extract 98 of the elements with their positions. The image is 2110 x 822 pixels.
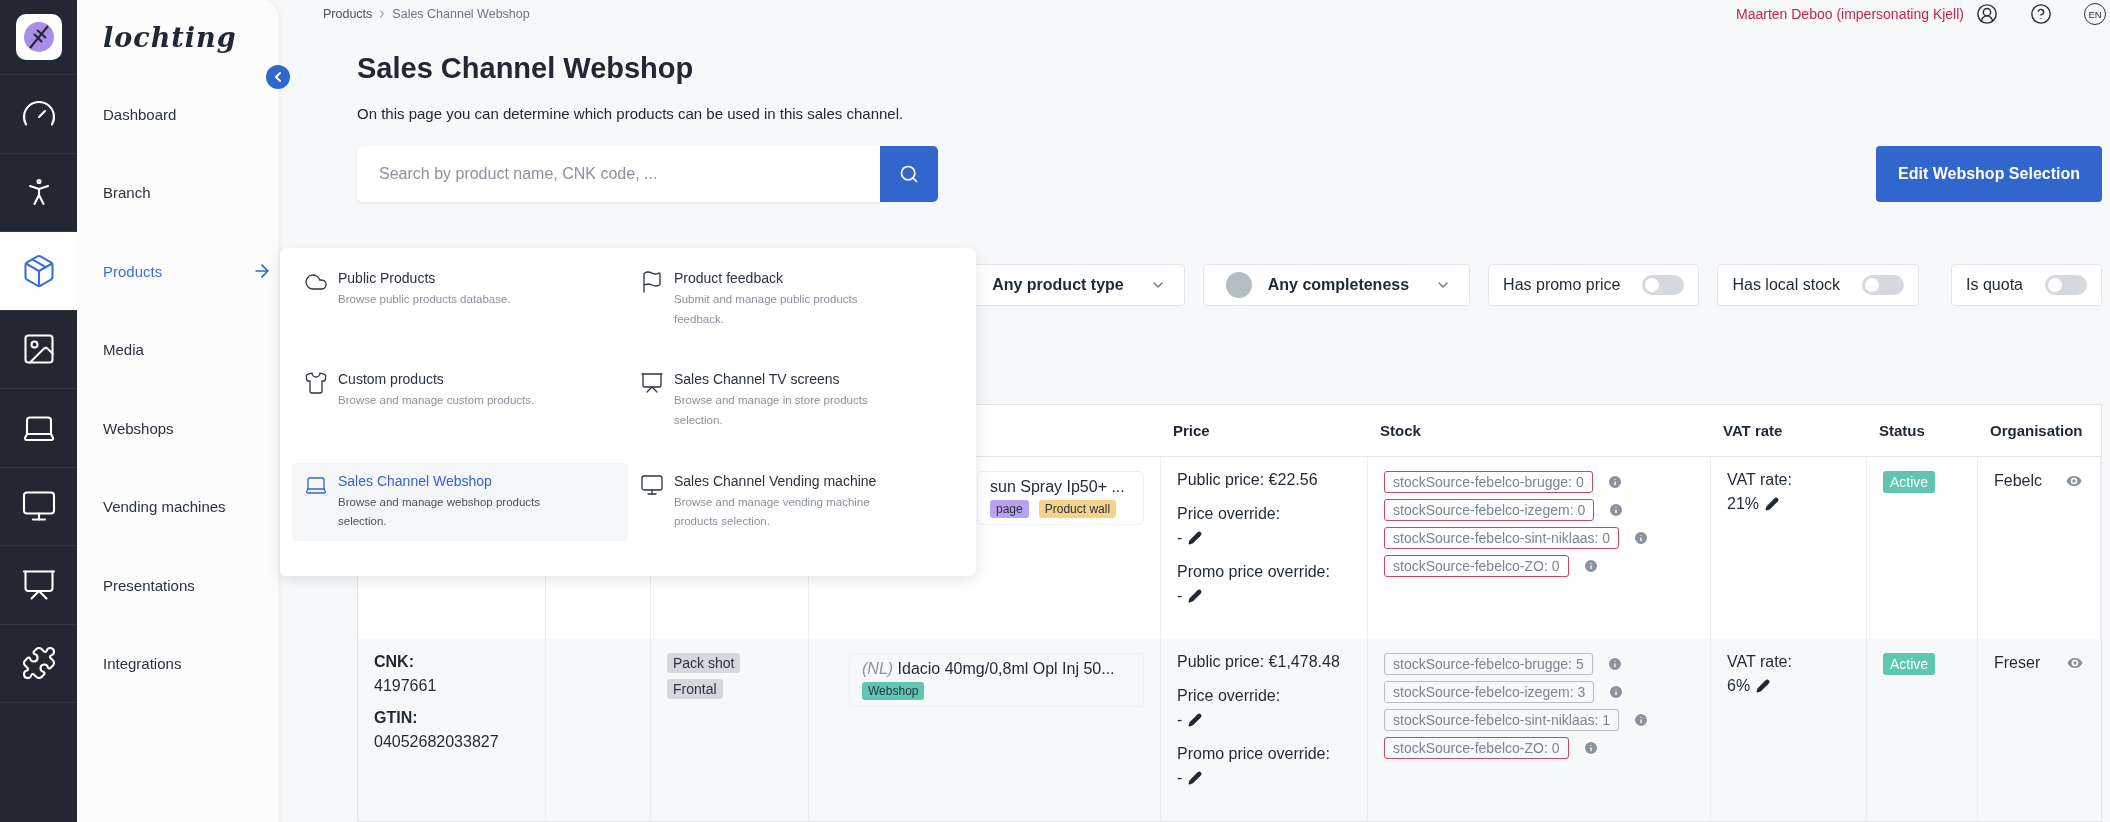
brand-wordmark: lochting xyxy=(102,21,238,55)
info-icon[interactable] xyxy=(1606,656,1623,672)
info-icon[interactable] xyxy=(1606,474,1623,490)
info-icon[interactable] xyxy=(1582,740,1599,756)
code-label: CNK: xyxy=(374,653,415,671)
nav-item[interactable]: Integrations xyxy=(103,655,182,673)
menu-item[interactable]: Sales Channel Webshop Browse and manage webshop products selection. xyxy=(292,462,628,541)
search-icon xyxy=(899,164,919,184)
override-label: Promo price override: xyxy=(1177,745,1331,763)
filter-dropdown[interactable]: Any completeness xyxy=(1202,264,1471,306)
product-card[interactable]: sun Spray Ip50+ ... page Product wall xyxy=(977,471,1144,525)
pencil-icon[interactable] xyxy=(1765,497,1780,511)
status-badge: Active xyxy=(1883,471,1936,493)
override-label: Price override: xyxy=(1177,687,1282,705)
page-title: Sales Channel Webshop xyxy=(357,52,695,85)
channel-tag: Webshop xyxy=(862,682,925,700)
column-header: Status xyxy=(1879,422,1925,439)
channel-tag: page xyxy=(990,500,1029,518)
column-header: Organisation xyxy=(1990,422,2083,439)
breadcrumb-link[interactable]: Products xyxy=(323,7,373,21)
override-value: - xyxy=(1177,587,1183,605)
public-price: Public price: €22.56 xyxy=(1177,471,1319,489)
filter-toggle[interactable]: Has promo price xyxy=(1488,264,1700,306)
help-icon[interactable] xyxy=(2030,3,2052,25)
nav-item[interactable]: Webshops xyxy=(103,419,174,437)
info-icon[interactable] xyxy=(1633,530,1650,546)
info-icon[interactable] xyxy=(1608,502,1625,518)
image-tag: Pack shot xyxy=(667,653,741,673)
toggle-switch[interactable] xyxy=(2045,275,2087,295)
code-value: 04052682033827 xyxy=(374,733,500,751)
code-value: 4197661 xyxy=(374,677,438,695)
column-header: Stock xyxy=(1380,422,1421,439)
override-value: - xyxy=(1177,769,1183,787)
eye-icon[interactable] xyxy=(2065,653,2085,673)
product-name: (NL) Idacio 40mg/0,8ml Opl Inj 50... xyxy=(862,660,1116,678)
vat-value: 6% xyxy=(1727,677,1751,695)
menu-item[interactable]: Public Products Browse public products database. xyxy=(292,260,628,320)
pencil-icon[interactable] xyxy=(1188,771,1203,785)
user-name[interactable]: Maarten Deboo (impersonating Kjell) xyxy=(1736,6,1964,22)
menu-item[interactable]: Sales Channel Vending machine Browse and manage vending machine products selection. xyxy=(628,462,964,542)
page-description: On this page you can determine which products can be used in this sales channel. xyxy=(357,105,905,122)
vat-value: 21% xyxy=(1727,495,1760,513)
monitor-icon xyxy=(640,472,664,497)
flag-icon xyxy=(640,270,664,294)
channel-tag: Product wall xyxy=(1038,500,1117,518)
user-icon[interactable] xyxy=(1976,3,1998,25)
pencil-icon[interactable] xyxy=(1188,713,1203,727)
code-label: GTIN: xyxy=(374,709,419,727)
search-button[interactable] xyxy=(880,146,938,202)
menu-item[interactable]: Product feedback Submit and manage public products feedback. xyxy=(628,260,964,340)
product-card[interactable]: (NL) Idacio 40mg/0,8ml Opl Inj 50... Webshop xyxy=(849,653,1144,707)
product-name: sun Spray Ip50+ ... xyxy=(990,478,1126,496)
pencil-icon[interactable] xyxy=(1188,531,1203,545)
stock-chip: stockSource-febelco-izegem: 0 xyxy=(1384,499,1595,521)
override-label: Promo price override: xyxy=(1177,563,1331,581)
logo-icon xyxy=(15,14,62,60)
nav-item[interactable]: Branch xyxy=(103,184,151,202)
stock-chip: stockSource-febelco-sint-niklaas: 1 xyxy=(1384,709,1620,731)
stock-chip: stockSource-febelco-sint-niklaas: 0 xyxy=(1384,527,1620,549)
stock-chip: stockSource-febelco-ZO: 0 xyxy=(1384,555,1569,577)
edit-selection-button[interactable]: Edit Webshop Selection xyxy=(1876,146,2102,202)
shirt-icon xyxy=(304,371,328,396)
breadcrumb-link[interactable]: Sales Channel Webshop xyxy=(392,7,530,21)
menu-item[interactable]: Custom products Browse and manage custom products. xyxy=(292,361,628,421)
search-field[interactable]: Search by product name, CNK code, ... xyxy=(357,146,880,202)
collapse-button[interactable] xyxy=(266,65,290,89)
info-icon[interactable] xyxy=(1633,712,1650,728)
nav-item[interactable]: Dashboard xyxy=(103,105,177,123)
nav-item[interactable]: Products xyxy=(103,262,163,280)
nav-item[interactable]: Vending machines xyxy=(103,498,226,516)
organisation-name: Freser xyxy=(1994,654,2041,672)
override-value: - xyxy=(1177,711,1183,729)
column-header: VAT rate xyxy=(1723,422,1783,439)
info-icon[interactable] xyxy=(1582,558,1599,574)
puzzle-icon[interactable] xyxy=(20,645,57,682)
public-price: Public price: €1,478.48 xyxy=(1177,653,1341,671)
toggle-switch[interactable] xyxy=(1862,275,1905,295)
pencil-icon[interactable] xyxy=(1756,679,1771,693)
filter-toggle[interactable]: Has local stock xyxy=(1717,264,1920,306)
nav-item[interactable]: Presentations xyxy=(103,576,195,594)
stock-chip: stockSource-febelco-ZO: 0 xyxy=(1384,737,1569,759)
nav-item[interactable]: Media xyxy=(103,341,144,359)
stock-chip: stockSource-febelco-brugge: 5 xyxy=(1384,653,1593,675)
toggle-switch[interactable] xyxy=(1642,275,1685,295)
organisation-name: Febelc xyxy=(1994,472,2043,490)
image-tag: Frontal xyxy=(667,679,723,699)
filter-toggle[interactable]: Is quota xyxy=(1951,264,2102,306)
status-badge: Active xyxy=(1883,653,1936,675)
info-icon[interactable] xyxy=(1608,684,1625,700)
menu-item[interactable]: Sales Channel TV screens Browse and manage in store products selection. xyxy=(628,361,964,441)
pencil-icon[interactable] xyxy=(1188,589,1203,603)
vat-label: VAT rate: xyxy=(1727,471,1793,489)
column-header: Price xyxy=(1173,422,1210,439)
override-value: - xyxy=(1177,529,1183,547)
override-label: Price override: xyxy=(1177,505,1282,523)
stock-chip: stockSource-febelco-brugge: 0 xyxy=(1384,471,1593,493)
vat-label: VAT rate: xyxy=(1727,653,1793,671)
stock-chip: stockSource-febelco-izegem: 3 xyxy=(1384,681,1595,703)
